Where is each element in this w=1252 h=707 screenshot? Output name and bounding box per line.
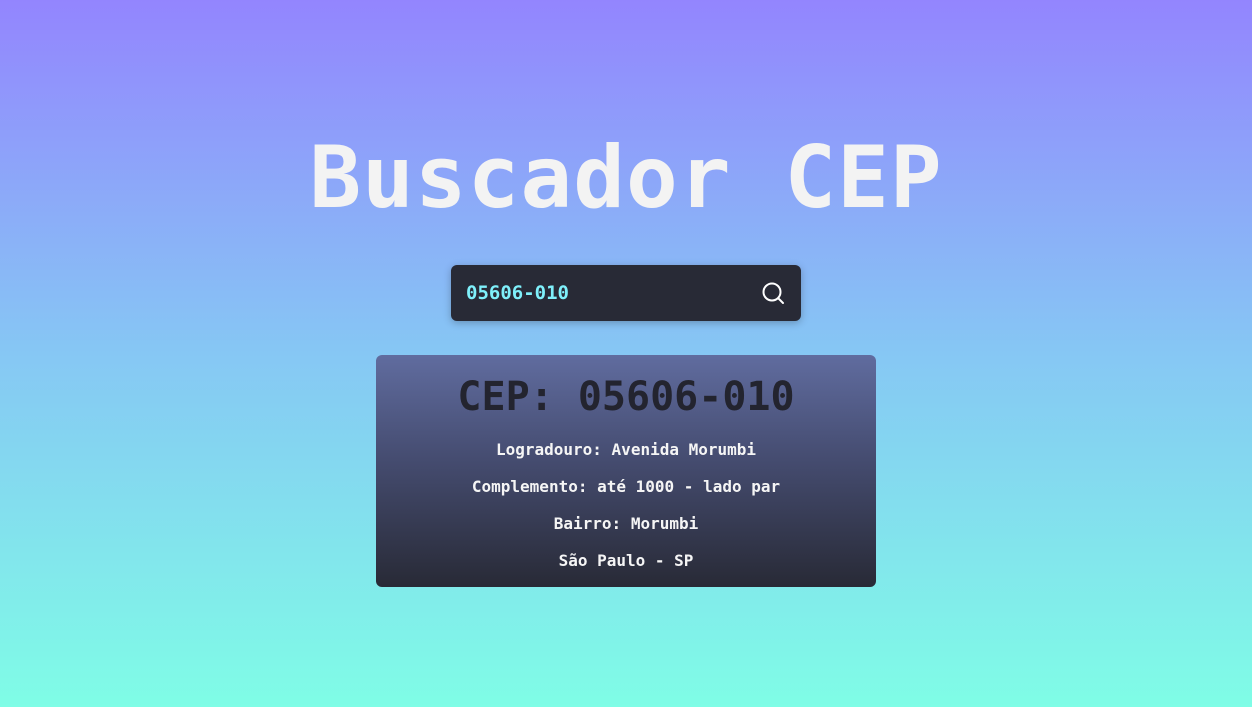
- result-card: CEP: 05606-010 Logradouro: Avenida Morum…: [376, 355, 876, 587]
- result-title: CEP: 05606-010: [457, 374, 795, 420]
- complemento-text: Complemento: até 1000 - lado par: [471, 477, 781, 496]
- bairro-text: Bairro: Morumbi: [553, 514, 699, 533]
- search-icon: [762, 282, 784, 304]
- search-button[interactable]: [759, 279, 787, 307]
- search-bar: [451, 265, 801, 321]
- logradouro-text: Logradouro: Avenida Morumbi: [495, 440, 757, 459]
- page-title: Buscador CEP: [309, 128, 943, 228]
- cep-input[interactable]: [451, 265, 741, 321]
- city-state-text: São Paulo - SP: [558, 551, 694, 570]
